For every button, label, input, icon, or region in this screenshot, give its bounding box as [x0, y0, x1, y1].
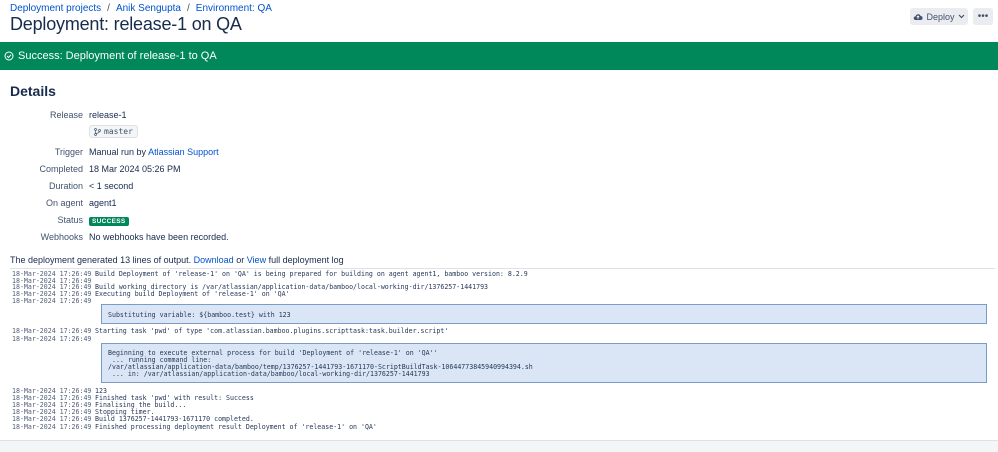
- trigger-prefix: Manual run by: [89, 147, 147, 157]
- status-label: Status: [57, 215, 83, 225]
- release-link[interactable]: release-1: [89, 110, 127, 120]
- log-message: Executing build Deployment of 'release-1…: [95, 290, 290, 298]
- branch-name: master: [104, 127, 133, 136]
- log-message: Finished processing deployment result De…: [95, 423, 377, 431]
- breadcrumb-environment[interactable]: Environment: QA: [196, 3, 272, 14]
- more-actions-button[interactable]: •••: [973, 8, 993, 25]
- status-value: SUCCESS: [89, 215, 129, 226]
- duration-value: < 1 second: [89, 181, 134, 191]
- view-log-link[interactable]: View: [247, 255, 266, 265]
- log-summary: The deployment generated 13 lines of out…: [10, 255, 344, 265]
- webhooks-label: Webhooks: [40, 232, 83, 242]
- log-timestamp: 18-Mar-2024 17:26:49: [12, 297, 92, 305]
- breadcrumb-deployment-projects[interactable]: Deployment projects: [10, 3, 101, 14]
- deploy-button-label: Deploy: [926, 11, 955, 22]
- completed-label: Completed: [39, 164, 83, 174]
- detail-row-trigger: Trigger Manual run by Atlassian Support: [0, 147, 400, 161]
- log-message: Starting task 'pwd' of type 'com.atlassi…: [95, 327, 449, 335]
- log-summary-or: or: [236, 255, 245, 265]
- duration-label: Duration: [48, 181, 83, 191]
- completed-value: 18 Mar 2024 05:26 PM: [89, 164, 181, 174]
- chevron-down-icon: [958, 14, 964, 19]
- breadcrumb-project[interactable]: Anik Sengupta: [116, 3, 181, 14]
- detail-row-status: Status SUCCESS: [0, 215, 400, 229]
- log-block-line: ... in: /var/atlassian/application-data/…: [108, 370, 430, 378]
- log-timestamp: 18-Mar-2024 17:26:49: [12, 415, 92, 423]
- banner-text: Success: Deployment of release-1 to QA: [18, 50, 217, 62]
- page-header: Deployment projects / Anik Sengupta / En…: [0, 0, 998, 42]
- details-heading: Details: [10, 83, 56, 99]
- log-timestamp: 18-Mar-2024 17:26:49: [12, 327, 92, 335]
- log-block-line: Substituting variable: ${bamboo.test} wi…: [108, 311, 291, 319]
- status-badge: SUCCESS: [89, 217, 129, 226]
- branch-icon: [94, 127, 101, 136]
- check-circle-icon: [4, 51, 14, 61]
- build-log[interactable]: 18-Mar-2024 17:26:49 Build Deployment of …: [10, 268, 995, 431]
- log-summary-text: The deployment generated 13 lines of out…: [10, 255, 192, 265]
- breadcrumb-separator: /: [187, 3, 190, 14]
- detail-row-agent: On agent agent1: [0, 198, 400, 212]
- detail-row-release: Release release-1: [0, 110, 400, 124]
- agent-link[interactable]: agent1: [89, 198, 117, 208]
- trigger-value: Manual run by Atlassian Support: [89, 147, 219, 157]
- detail-row-webhooks: Webhooks No webhooks have been recorded.: [0, 232, 400, 246]
- log-summary-suffix: full deployment log: [268, 255, 344, 265]
- branch-tag: master: [89, 125, 138, 138]
- log-message: Build 1376257-1441793-1671170 completed.: [95, 415, 254, 423]
- log-timestamp: 18-Mar-2024 17:26:49: [12, 423, 92, 431]
- page-title: Deployment: release-1 on QA: [10, 14, 242, 34]
- cloud-upload-icon: [914, 13, 924, 20]
- detail-row-duration: Duration < 1 second: [0, 181, 400, 195]
- download-log-link[interactable]: Download: [194, 255, 234, 265]
- webhooks-value: No webhooks have been recorded.: [89, 232, 229, 242]
- breadcrumb: Deployment projects / Anik Sengupta / En…: [10, 3, 272, 14]
- log-timestamp: 18-Mar-2024 17:26:49: [12, 335, 92, 343]
- log-expanded-block: Substituting variable: ${bamboo.test} wi…: [101, 304, 987, 324]
- log-expanded-block: Beginning to execute external process fo…: [101, 343, 987, 383]
- release-label: Release: [49, 110, 83, 120]
- detail-row-completed: Completed 18 Mar 2024 05:26 PM: [0, 164, 400, 178]
- success-banner: Success: Deployment of release-1 to QA: [0, 42, 998, 70]
- trigger-user-link[interactable]: Atlassian Support: [148, 147, 219, 157]
- breadcrumb-separator: /: [107, 3, 110, 14]
- log-message: Build Deployment of 'release-1' on 'QA' …: [95, 270, 528, 278]
- deploy-button[interactable]: Deploy: [910, 8, 968, 25]
- trigger-label: Trigger: [54, 147, 83, 157]
- footer-bar: [0, 440, 998, 452]
- agent-label: On agent: [45, 198, 83, 208]
